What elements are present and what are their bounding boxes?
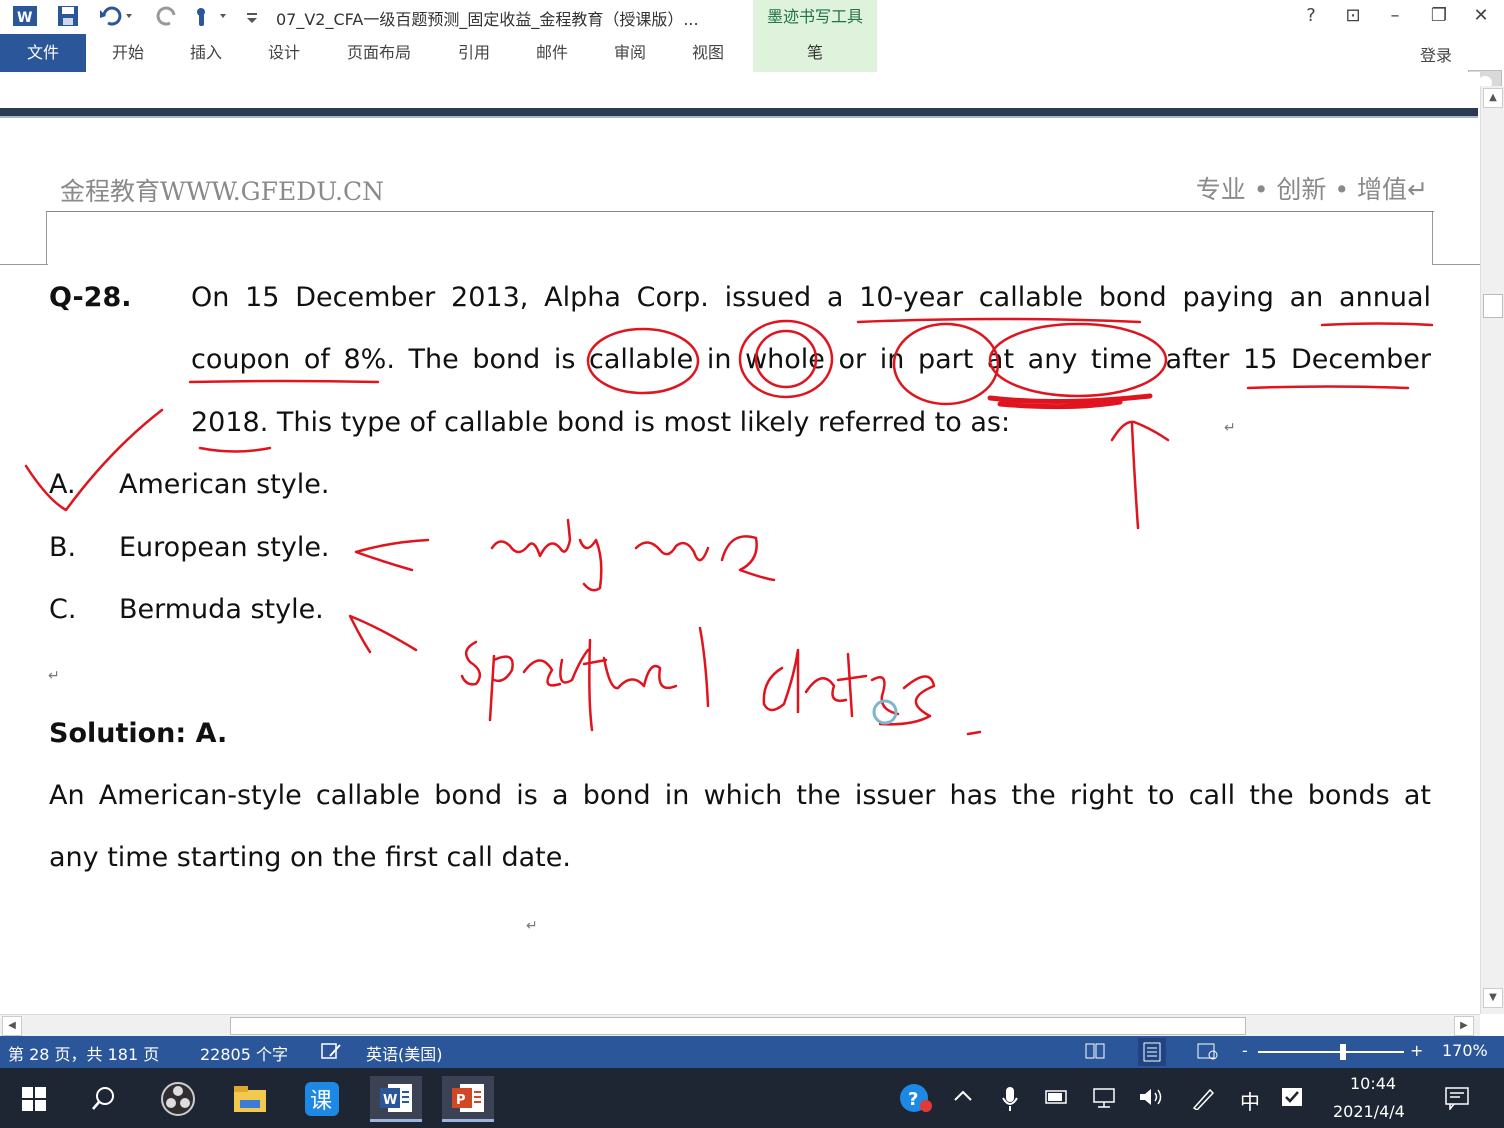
tab-view[interactable]: 视图 [676,34,740,72]
zoom-out-button[interactable]: - [1242,1041,1248,1060]
svg-text:课: 课 [310,1089,332,1114]
tab-insert[interactable]: 插入 [174,34,238,72]
close-button[interactable]: ✕ [1466,4,1496,28]
margin-corner-right [1432,212,1434,264]
print-layout-icon[interactable] [1138,1038,1166,1066]
search-icon[interactable] [78,1076,130,1122]
document-title: 07_V2_CFA一级百题预测_固定收益_金程教育（授课版）... [276,10,699,29]
svg-text:?: ? [908,1089,918,1110]
help-tray-icon[interactable]: ? [898,1080,934,1121]
language[interactable]: 英语(美国) [366,1041,443,1065]
title-bar: W 07_V2_CFA一级百题预测_固定收益_金程教育（授课版）... 墨迹书写… [0,0,1504,34]
header-band [0,108,1478,118]
option-a-text: American style. [119,469,330,500]
ink-tools-contextual-title: 墨迹书写工具 [753,0,877,34]
tab-layout[interactable]: 页面布局 [330,34,428,72]
option-c-letter: C. [49,594,77,625]
svg-text:W: W [383,1093,397,1108]
classroom-app-icon[interactable]: 课 [296,1076,348,1122]
undo-icon[interactable] [98,4,134,28]
question-line-2: coupon of 8%. The bond is callable in wh… [191,344,1431,375]
svg-text:W: W [17,10,32,26]
paragraph-mark: ↵ [1224,420,1236,436]
paragraph-mark-end: ↵ [526,918,538,934]
option-b-text: European style. [119,532,330,563]
question-number: Q-28. [49,282,132,313]
pen-workspace-icon[interactable] [1190,1086,1216,1115]
volume-icon[interactable] [1138,1086,1166,1113]
network-icon[interactable] [1092,1086,1118,1113]
clock-date[interactable]: 2021/4/4 [1333,1102,1405,1121]
solution-title: Solution: A. [49,718,228,749]
option-a-letter: A. [49,469,76,500]
question-line-1: On 15 December 2013, Alpha Corp. issued … [191,282,1431,313]
tab-review[interactable]: 审阅 [598,34,662,72]
horizontal-scroll-thumb[interactable] [230,1017,1246,1035]
tab-file[interactable]: 文件 [0,34,86,72]
scroll-up-button[interactable]: ▲ [1483,88,1503,108]
file-explorer-icon[interactable] [224,1076,276,1122]
maximize-button[interactable]: ❐ [1424,4,1454,28]
tab-design[interactable]: 设计 [252,34,316,72]
solution-line-2: any time starting on the first call date… [49,842,571,873]
word-window: W 07_V2_CFA一级百题预测_固定收益_金程教育（授课版）... 墨迹书写… [0,0,1504,1128]
header-rule [46,211,1434,212]
minimize-button[interactable]: – [1380,4,1410,28]
tab-home[interactable]: 开始 [96,34,160,72]
vertical-scroll-thumb[interactable] [1483,294,1503,318]
tab-mailings[interactable]: 邮件 [520,34,584,72]
proofing-icon[interactable] [320,1041,344,1065]
margin-corner-right-h [1432,264,1480,266]
word-taskbar-icon[interactable]: W [370,1076,422,1122]
vertical-scrollbar[interactable]: ▲ ▼ [1480,86,1504,1014]
margin-corner-left-h [0,264,48,266]
zoom-slider[interactable] [1258,1051,1404,1053]
battery-icon[interactable] [1044,1086,1070,1113]
option-c-text: Bermuda style. [119,594,324,625]
solution-line-1: An American-style callable bond is a bon… [49,780,1431,811]
zoom-level[interactable]: 170% [1442,1041,1488,1060]
save-icon[interactable] [56,4,80,28]
zoom-in-button[interactable]: + [1410,1041,1423,1060]
scroll-down-button[interactable]: ▼ [1483,988,1503,1008]
scroll-left-button[interactable]: ◀ [2,1016,22,1036]
powerpoint-taskbar-icon[interactable]: P [442,1076,494,1122]
read-mode-icon[interactable] [1084,1041,1106,1065]
scroll-right-button[interactable]: ▶ [1454,1016,1474,1036]
login-link[interactable]: 登录 [1420,42,1452,66]
option-b-letter: B. [49,532,77,563]
page-count[interactable]: 第 28 页，共 181 页 [8,1041,159,1065]
paragraph-mark-empty: ↵ [48,668,60,684]
svg-text:P: P [456,1093,466,1108]
status-bar: 第 28 页，共 181 页 22805 个字 英语(美国) - + 170% [0,1036,1504,1068]
ime-indicator[interactable]: 中 [1240,1086,1260,1115]
touch-mode-icon[interactable] [190,4,230,28]
help-button[interactable]: ? [1296,4,1326,28]
notifications-icon[interactable] [1444,1086,1470,1115]
header-left-text: 金程教育WWW.GFEDU.CN [60,177,384,206]
customize-qat-icon[interactable] [244,4,260,28]
chevron-up-icon[interactable] [952,1086,974,1111]
tab-references[interactable]: 引用 [442,34,506,72]
word-count[interactable]: 22805 个字 [200,1041,288,1065]
windows-start-icon[interactable] [8,1076,60,1122]
ribbon-tabs: 文件 开始 插入 设计 页面布局 引用 邮件 审阅 视图 笔 登录 [0,34,1504,104]
tab-pen[interactable]: 笔 [753,34,877,72]
clock-time[interactable]: 10:44 [1350,1074,1396,1093]
obs-studio-icon[interactable] [152,1076,204,1122]
windows-taskbar: 课 W P ? 中 10:44 2021/4/4 [0,1068,1504,1128]
word-app-icon[interactable]: W [12,4,38,28]
question-line-3: 2018. This type of callable bond is most… [191,407,1011,438]
horizontal-scrollbar[interactable]: ◀ ▶ [0,1014,1480,1036]
margin-corner-left [46,212,48,264]
microphone-icon[interactable] [1000,1086,1020,1117]
web-layout-icon[interactable] [1196,1041,1220,1065]
header-right-text: 专业 • 创新 • 增值↵ [1195,175,1428,204]
ribbon-display-options-button[interactable]: ⊡ [1338,4,1368,28]
redo-icon[interactable] [156,4,180,28]
zoom-slider-thumb[interactable] [1340,1044,1346,1060]
input-method-icon[interactable] [1280,1086,1304,1113]
